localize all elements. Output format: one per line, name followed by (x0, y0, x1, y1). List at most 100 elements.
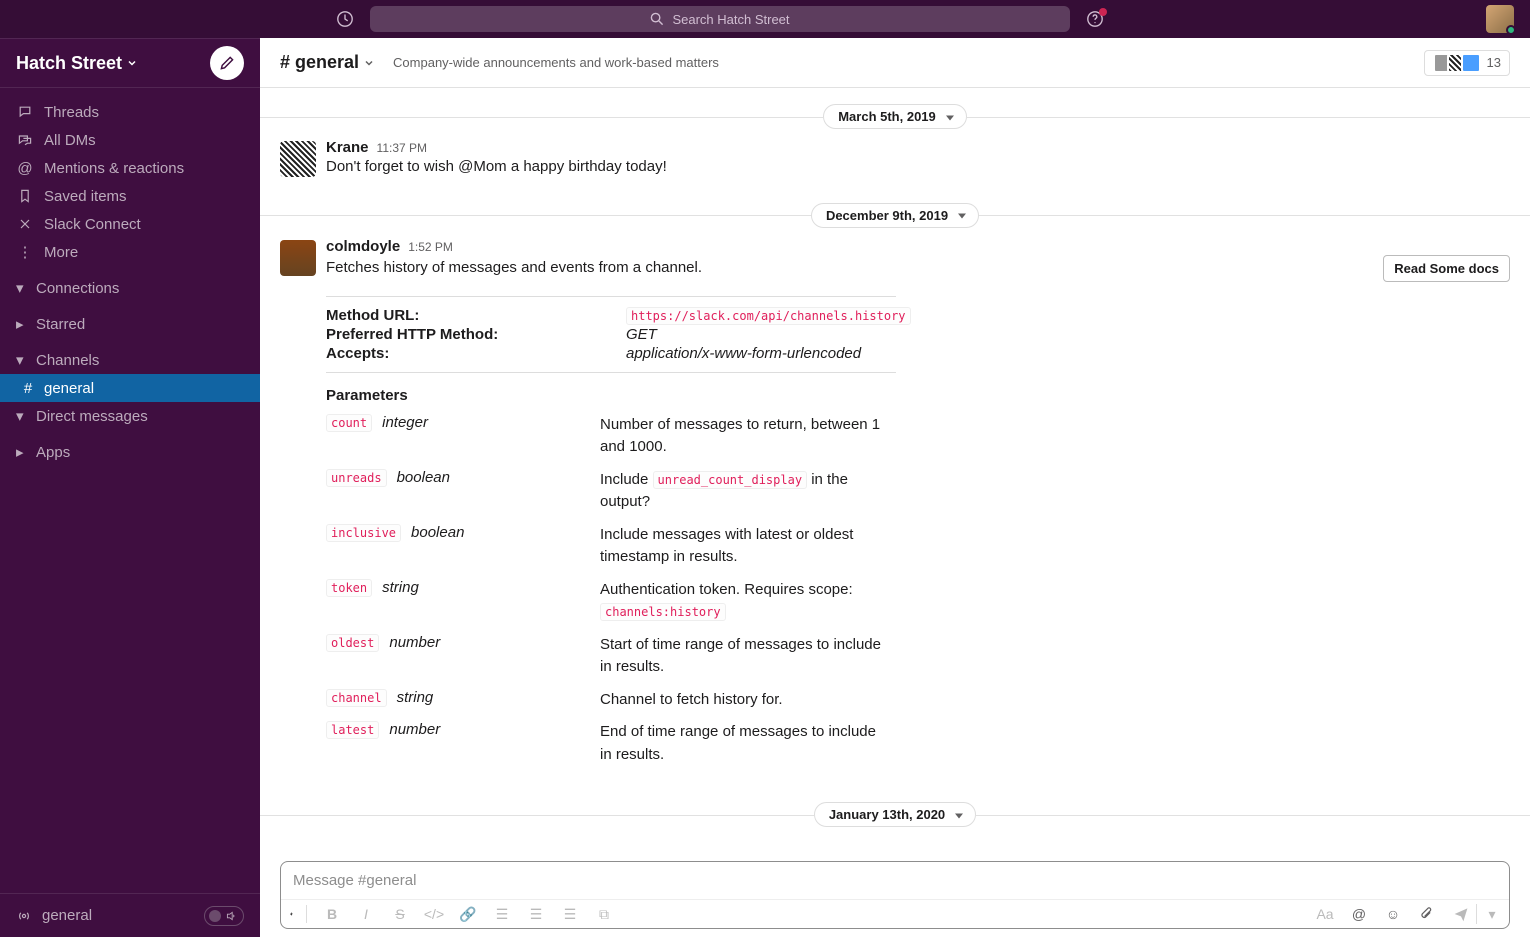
sidebar-item-dms[interactable]: All DMs (0, 126, 260, 154)
ul-icon[interactable]: ☰ (527, 905, 545, 923)
sidebar-item-label: Threads (44, 104, 99, 121)
shortcuts-icon[interactable] (289, 905, 307, 923)
mention-icon[interactable]: @ (1350, 905, 1368, 923)
attach-icon[interactable] (1418, 905, 1436, 923)
bold-icon[interactable]: B (323, 905, 341, 923)
quote-icon[interactable]: ☰ (561, 905, 579, 923)
link-icon[interactable]: 🔗 (459, 905, 477, 923)
send-options-icon[interactable]: ▾ (1483, 905, 1501, 923)
hash-icon: # (16, 380, 34, 397)
section-channels[interactable]: ▾Channels (0, 346, 260, 374)
param-description: Start of time range of messages to inclu… (600, 634, 890, 679)
help-icon[interactable] (1086, 10, 1104, 28)
message-list[interactable]: March 5th, 2019 Krane 11:37 PM Don't for… (260, 88, 1530, 861)
section-connections[interactable]: ▾Connections (0, 274, 260, 302)
sidebar-item-threads[interactable]: Threads (0, 98, 260, 126)
caret-right-icon: ▸ (16, 443, 26, 461)
italic-icon[interactable]: I (357, 905, 375, 923)
section-apps[interactable]: ▸ Apps (0, 438, 260, 466)
channel-title[interactable]: # general (280, 52, 375, 73)
section-dms[interactable]: ▾Direct messages (0, 402, 260, 430)
code-inline: https://slack.com/api/channels.history (626, 307, 911, 325)
footer-channel: general (42, 907, 92, 924)
avatar[interactable] (280, 141, 316, 177)
message: colmdoyle 1:52 PM Fetches history of mes… (260, 234, 1530, 286)
message-timestamp[interactable]: 1:52 PM (408, 240, 453, 254)
dms-icon (16, 132, 34, 148)
param-name: count (326, 414, 372, 432)
workspace-name: Hatch Street (16, 53, 122, 74)
param-row: latestnumberEnd of time range of message… (326, 721, 896, 766)
huddle-toggle[interactable] (204, 906, 244, 926)
strike-icon[interactable]: S (391, 905, 409, 923)
param-description: End of time range of messages to include… (600, 721, 890, 766)
code-inline: channels:history (600, 603, 726, 621)
format-icon[interactable]: Aa (1316, 905, 1334, 923)
bookmark-icon (16, 188, 34, 204)
message-author[interactable]: colmdoyle (326, 238, 400, 255)
message-text: Fetches history of messages and events f… (326, 257, 702, 280)
compose-button[interactable] (210, 46, 244, 80)
param-description: Channel to fetch history for. (600, 689, 890, 712)
user-avatar[interactable] (1486, 5, 1514, 33)
message-composer[interactable]: Message #general B I S </> 🔗 ☰ ☰ ☰ ⧉ Aa (280, 861, 1510, 929)
caret-down-icon: ▾ (16, 351, 26, 369)
search-input[interactable]: Search Hatch Street (370, 6, 1070, 32)
field-label: Preferred HTTP Method: (326, 326, 626, 343)
param-type: integer (382, 414, 428, 431)
member-count-button[interactable]: 13 (1424, 50, 1510, 76)
channel-topic[interactable]: Company-wide announcements and work-base… (393, 55, 719, 70)
message-author[interactable]: Krane (326, 139, 369, 156)
field-value: GET (626, 326, 896, 343)
field-value: application/x-www-form-urlencoded (626, 345, 896, 362)
codeblock-icon[interactable]: ⧉ (595, 905, 613, 923)
section-label: Direct messages (36, 408, 148, 425)
date-divider[interactable]: January 13th, 2020 (260, 806, 1530, 823)
date-divider[interactable]: March 5th, 2019 (260, 108, 1530, 125)
huddle-footer: general (0, 893, 260, 937)
channel-label: general (44, 380, 94, 397)
param-description: Include messages with latest or oldest t… (600, 524, 890, 569)
composer-input[interactable]: Message #general (281, 862, 1509, 899)
member-count: 13 (1487, 55, 1501, 70)
caret-right-icon: ▸ (16, 315, 26, 333)
ol-icon[interactable]: ☰ (493, 905, 511, 923)
workspace-switcher[interactable]: Hatch Street (0, 38, 260, 88)
history-icon[interactable] (336, 10, 354, 28)
section-label: Apps (36, 444, 70, 461)
sidebar-item-label: Mentions & reactions (44, 160, 184, 177)
sidebar-item-connect[interactable]: Slack Connect (0, 210, 260, 238)
emoji-icon[interactable]: ☺ (1384, 905, 1402, 923)
read-docs-button[interactable]: Read Some docs (1383, 255, 1510, 282)
date-divider[interactable]: December 9th, 2019 (260, 207, 1530, 224)
sidebar-item-more[interactable]: ⋮ More (0, 238, 260, 266)
sidebar: Hatch Street Threads All DMs @Mentions &… (0, 38, 260, 937)
send-icon[interactable] (1452, 905, 1470, 923)
member-avatar (1461, 53, 1481, 73)
param-description: Authentication token. Requires scope: ch… (600, 579, 890, 624)
sidebar-item-mentions[interactable]: @Mentions & reactions (0, 154, 260, 182)
date-label: March 5th, 2019 (823, 104, 967, 129)
section-starred[interactable]: ▸Starred (0, 310, 260, 338)
code-inline: unread_count_display (653, 471, 808, 489)
param-description: Number of messages to return, between 1 … (600, 414, 890, 459)
message-timestamp[interactable]: 11:37 PM (377, 141, 427, 155)
message: Krane 11:37 PM Don't forget to wish @Mom… (260, 135, 1530, 183)
broadcast-icon (16, 908, 32, 924)
param-type: number (389, 721, 440, 738)
sidebar-item-label: More (44, 244, 78, 261)
avatar[interactable] (280, 240, 316, 276)
chevron-down-icon (363, 57, 375, 69)
param-name: unreads (326, 469, 387, 487)
date-label: January 13th, 2020 (814, 802, 976, 827)
param-row: channelstringChannel to fetch history fo… (326, 689, 896, 712)
channel-item-general[interactable]: # general (0, 374, 260, 402)
more-icon: ⋮ (16, 243, 34, 261)
sidebar-item-label: Slack Connect (44, 216, 141, 233)
channel-header: # general Company-wide announcements and… (260, 38, 1530, 88)
main-panel: # general Company-wide announcements and… (260, 38, 1530, 937)
sidebar-item-saved[interactable]: Saved items (0, 182, 260, 210)
param-type: number (389, 634, 440, 651)
code-icon[interactable]: </> (425, 905, 443, 923)
search-placeholder: Search Hatch Street (672, 12, 789, 27)
